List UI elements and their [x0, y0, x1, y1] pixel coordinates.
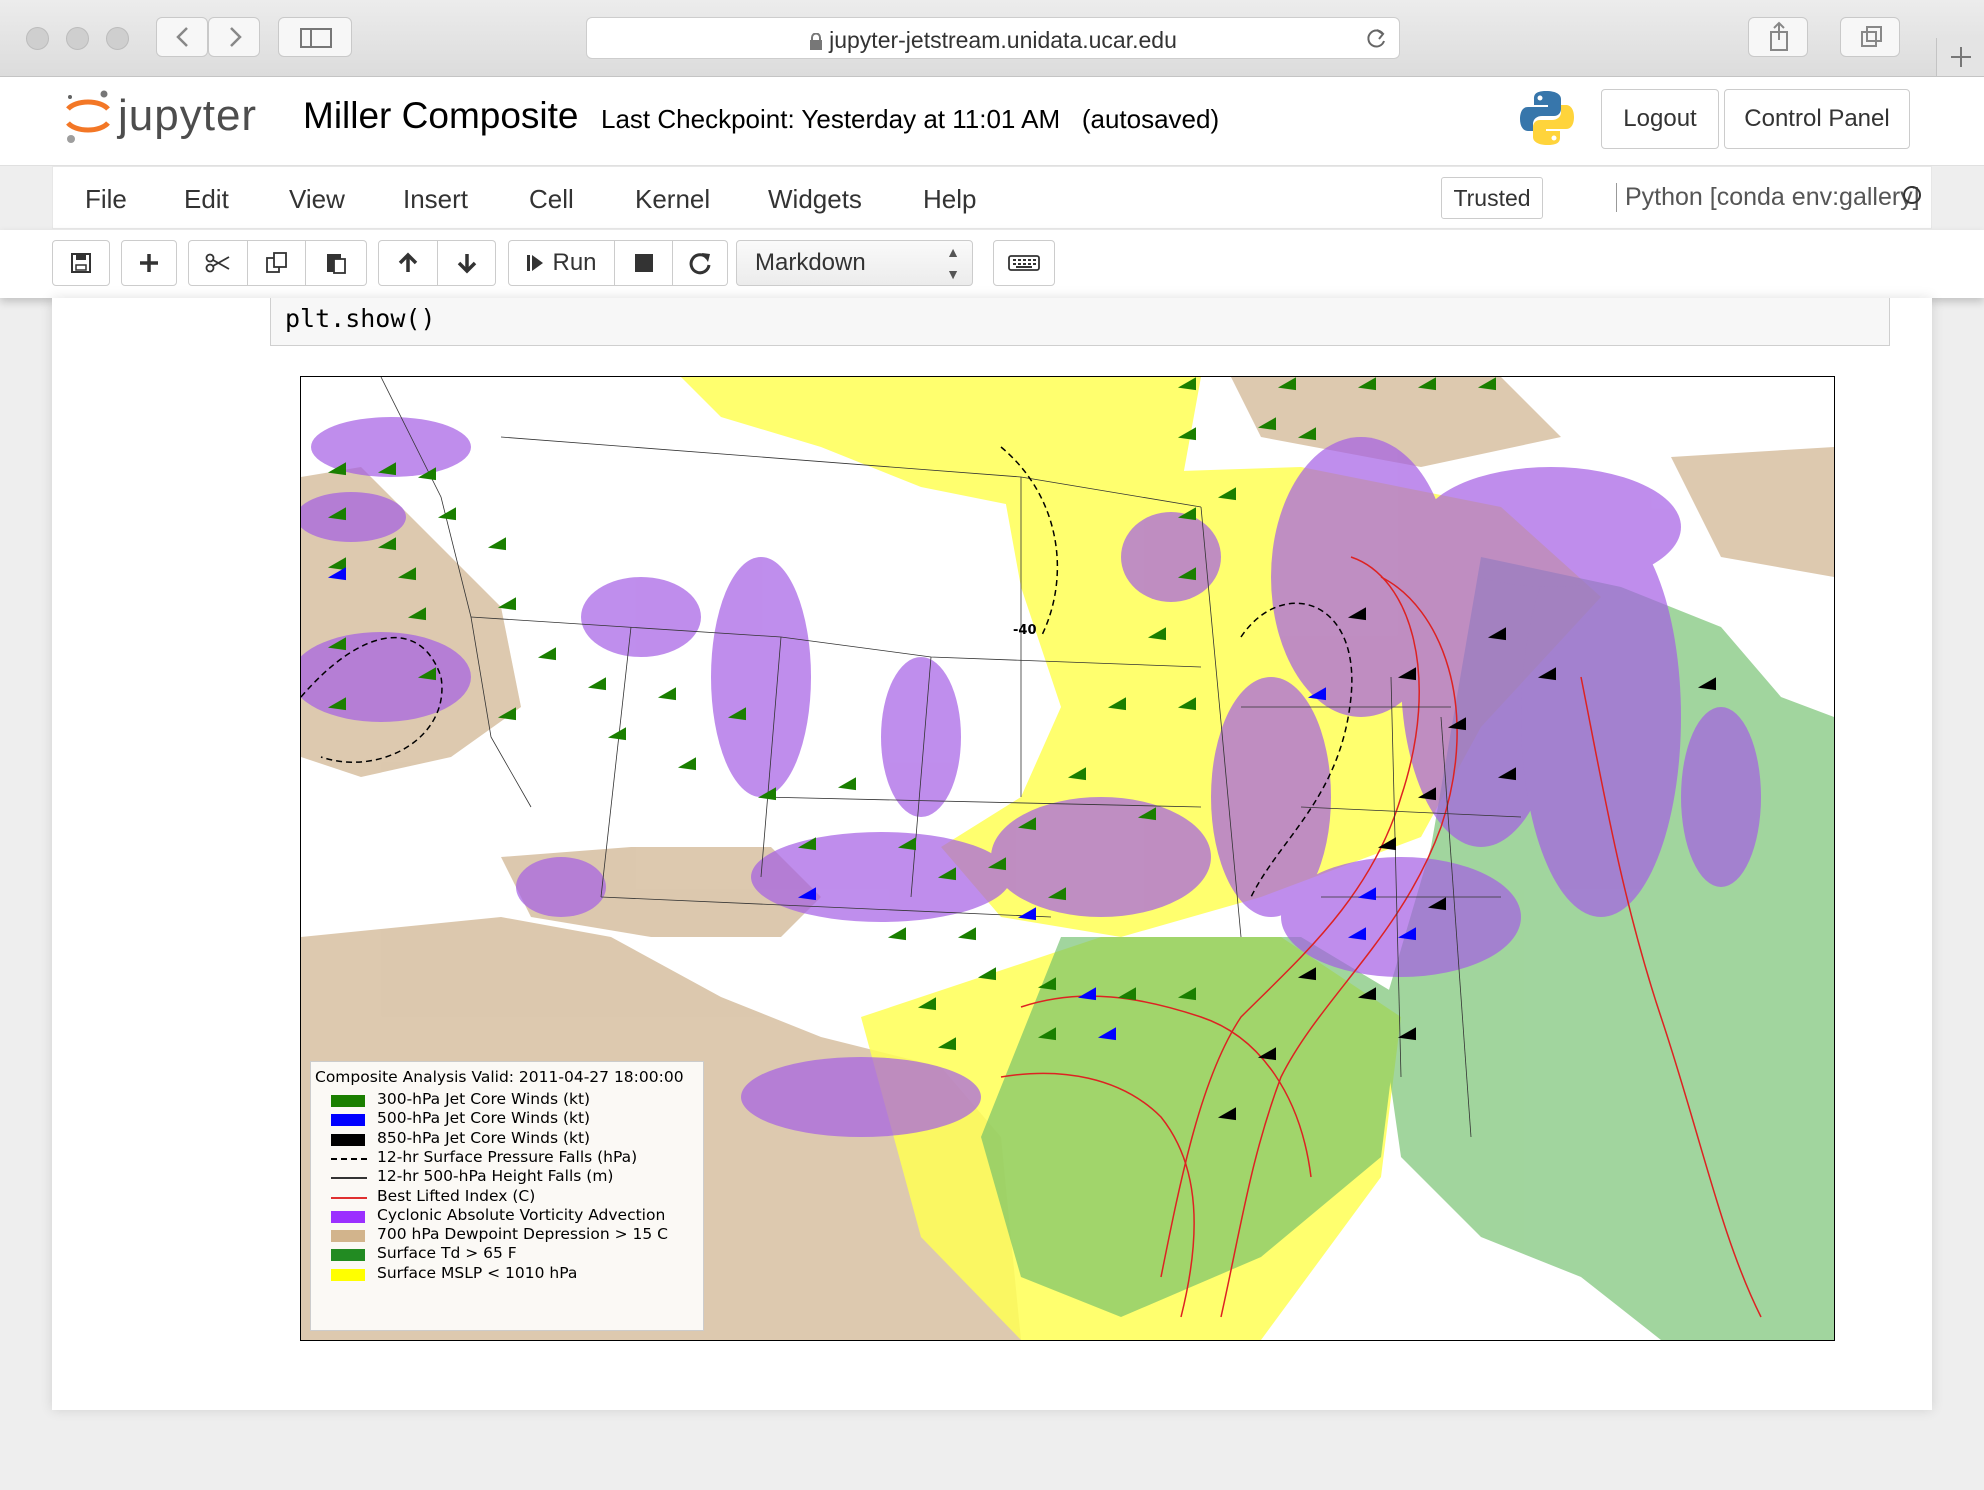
legend-title: Composite Analysis Valid: 2011-04-27 18:… — [315, 1068, 684, 1086]
jupyter-wordmark[interactable]: jupyter — [118, 91, 257, 141]
notebook-name[interactable]: Miller Composite — [303, 95, 579, 137]
legend-label: Surface MSLP < 1010 hPa — [377, 1263, 578, 1282]
insert-cell-button[interactable] — [121, 240, 177, 286]
contour-label: -40 — [1013, 623, 1037, 638]
select-arrows-icon: ▲ ▼ — [946, 244, 960, 282]
share-button[interactable] — [1748, 17, 1808, 57]
kernel-name[interactable]: Python [conda env:gallery] — [1616, 183, 1920, 212]
autosave-text: (autosaved) — [1081, 104, 1220, 134]
scissors-icon — [205, 253, 230, 273]
legend-line — [331, 1196, 367, 1199]
jupyter-header: jupyter Miller Composite Last Checkpoint… — [0, 77, 1984, 166]
back-button[interactable] — [156, 17, 208, 57]
menu-cell[interactable]: Cell — [529, 184, 574, 215]
menu-widgets[interactable]: Widgets — [768, 184, 862, 215]
legend-label: 12-hr 500-hPa Height Falls (m) — [377, 1167, 614, 1186]
legend-line — [331, 1157, 367, 1160]
trusted-indicator[interactable]: Trusted — [1441, 177, 1543, 219]
share-icon — [1770, 21, 1788, 51]
zoom-window-button[interactable] — [106, 27, 129, 50]
jupyter-logo-icon[interactable] — [62, 87, 114, 147]
close-window-button[interactable] — [26, 27, 49, 50]
keyboard-shortcuts-button[interactable] — [993, 240, 1055, 286]
chevron-left-icon — [176, 27, 188, 47]
chevron-right-icon — [230, 27, 242, 47]
forward-button[interactable] — [208, 17, 260, 57]
menu-help[interactable]: Help — [923, 184, 976, 215]
browser-toolbar: jupyter-jetstream.unidata.ucar.edu — [0, 0, 1984, 77]
cell-type-value: Markdown — [755, 249, 866, 276]
copy-icon — [265, 252, 287, 273]
paste-button[interactable] — [306, 240, 367, 286]
cell-type-select[interactable]: Markdown ▲ ▼ — [736, 240, 973, 286]
tabs-icon — [1861, 26, 1882, 47]
legend-swatch — [331, 1095, 365, 1107]
menu-file[interactable]: File — [85, 184, 127, 215]
restart-icon — [689, 253, 711, 275]
arrow-up-icon — [398, 252, 418, 272]
paste-icon — [327, 254, 346, 274]
legend-label: Best Lifted Index (C) — [377, 1186, 536, 1205]
sidebar-button[interactable] — [278, 17, 352, 57]
move-down-button[interactable] — [438, 240, 496, 286]
control-panel-button[interactable]: Control Panel — [1724, 89, 1910, 149]
run-label: Run — [552, 249, 597, 276]
legend-label: 300-hPa Jet Core Winds (kt) — [377, 1090, 591, 1108]
menu-kernel[interactable]: Kernel — [635, 184, 710, 215]
address-bar[interactable]: jupyter-jetstream.unidata.ucar.edu — [586, 17, 1400, 59]
map-legend: Composite Analysis Valid: 2011-04-27 18:… — [310, 1061, 704, 1331]
stop-icon — [634, 254, 653, 272]
menubar: File Edit View Insert Cell Kernel Widget… — [52, 166, 1932, 229]
minimize-window-button[interactable] — [66, 27, 89, 50]
legend-label: Cyclonic Absolute Vorticity Advection — [377, 1205, 666, 1224]
menu-view[interactable]: View — [289, 184, 345, 215]
save-button[interactable] — [52, 240, 110, 286]
tabs-overview-button[interactable] — [1840, 17, 1900, 57]
legend-label: 850-hPa Jet Core Winds (kt) — [377, 1128, 591, 1147]
menu-insert[interactable]: Insert — [403, 184, 468, 215]
save-icon — [71, 253, 91, 273]
kernel-idle-indicator — [1903, 186, 1921, 204]
legend-line — [331, 1177, 367, 1180]
run-button[interactable]: Run — [508, 240, 615, 286]
plus-icon — [1951, 47, 1971, 67]
legend-swatch — [331, 1210, 365, 1223]
map-output-image: -40 Composite Analysis Valid: 2011-04-27… — [300, 376, 1835, 1341]
sidebar-icon — [300, 28, 332, 48]
reload-icon[interactable] — [1363, 26, 1389, 52]
url-text: jupyter-jetstream.unidata.ucar.edu — [829, 27, 1177, 53]
notebook-toolbar: Run Markdown ▲ ▼ — [0, 230, 1984, 298]
arrow-down-icon — [457, 254, 476, 274]
interrupt-kernel-button[interactable] — [615, 240, 673, 286]
restart-kernel-button[interactable] — [673, 240, 728, 286]
legend-swatch — [331, 1249, 365, 1262]
checkpoint-text: Last Checkpoint: Yesterday at 11:01 AM — [601, 104, 1061, 134]
new-tab-button[interactable] — [1936, 38, 1984, 76]
step-forward-icon — [527, 255, 544, 271]
python-logo-icon — [1520, 91, 1574, 145]
legend-label: Surface Td > 65 F — [377, 1244, 517, 1263]
legend-swatch — [331, 1114, 365, 1127]
legend-swatch — [331, 1230, 365, 1243]
move-up-button[interactable] — [378, 240, 438, 286]
legend-swatch — [331, 1133, 365, 1146]
cut-button[interactable] — [188, 240, 248, 286]
code-cell[interactable]: plt.show() — [270, 298, 1890, 346]
checkpoint-status: Last Checkpoint: Yesterday at 11:01 AM (… — [601, 104, 1219, 135]
lock-icon — [810, 32, 823, 50]
code-text[interactable]: plt.show() — [285, 304, 436, 333]
legend-swatch — [331, 1268, 365, 1281]
menu-edit[interactable]: Edit — [184, 184, 229, 215]
copy-button[interactable] — [248, 240, 306, 286]
logout-button[interactable]: Logout — [1601, 89, 1719, 149]
legend-label: 700 hPa Dewpoint Depression > 15 C — [377, 1225, 668, 1244]
legend-label: 500-hPa Jet Core Winds (kt) — [377, 1109, 591, 1128]
keyboard-icon — [1008, 255, 1040, 271]
legend-label: 12-hr Surface Pressure Falls (hPa) — [377, 1147, 638, 1166]
plus-icon — [140, 254, 158, 272]
